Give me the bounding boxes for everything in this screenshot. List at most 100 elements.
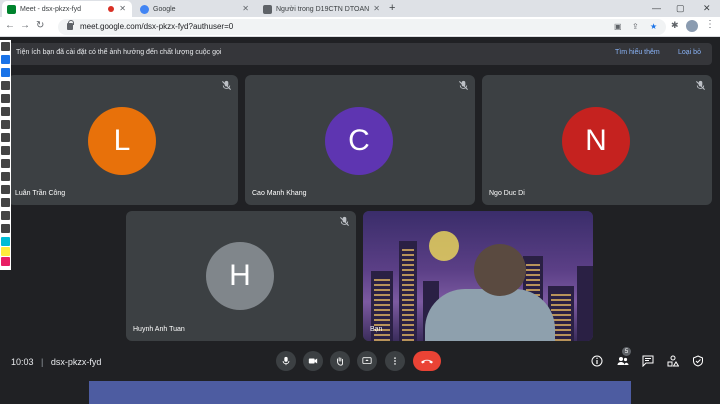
people-count-badge: 5 xyxy=(622,347,631,356)
undo-icon[interactable] xyxy=(1,146,10,155)
close-tab-icon[interactable]: ✕ xyxy=(119,4,126,13)
reload-icon[interactable]: ↻ xyxy=(36,20,44,31)
avatar: L xyxy=(88,107,156,175)
page-favicon-icon xyxy=(263,4,272,14)
tab-title: Meet - dsx-pkzx-fyd xyxy=(20,5,82,13)
profile-avatar[interactable] xyxy=(686,20,698,32)
close-window-icon[interactable]: ✕ xyxy=(703,3,711,14)
google-favicon-icon xyxy=(140,4,149,14)
tab-title: Google xyxy=(153,5,176,13)
banner-box: Tiện ích bạn đã cài đặt có thể ảnh hưởng… xyxy=(6,43,712,65)
participant-name: Bạn xyxy=(370,326,383,333)
back-icon[interactable]: ← xyxy=(5,20,15,31)
meet-window: Meet - dsx-pkzx-fyd ✕ Google ✕ Người tro… xyxy=(0,0,720,404)
delete-icon[interactable] xyxy=(1,185,10,194)
pointer-highlight xyxy=(429,231,459,261)
more-options-button[interactable] xyxy=(385,351,405,371)
participant-tile[interactable]: H Huynh Anh Tuan xyxy=(126,211,356,341)
meeting-code: dsx-pkzx-fyd xyxy=(50,357,102,367)
url-field[interactable]: meet.google.com/dsx-pkzx-fyd?authuser=0 … xyxy=(58,19,666,35)
participant-tile[interactable]: L Luân Trần Công xyxy=(8,75,238,205)
raise-hand-button[interactable] xyxy=(330,351,350,371)
new-tab-button[interactable]: + xyxy=(389,2,395,14)
more-vert-icon xyxy=(394,357,396,365)
settings-icon[interactable] xyxy=(1,224,10,233)
mic-button[interactable] xyxy=(276,351,296,371)
chat-icon[interactable] xyxy=(642,355,654,367)
tab-group[interactable]: Người trong D19CTN DTOAN ✕ xyxy=(258,1,386,17)
present-button[interactable] xyxy=(357,351,377,371)
tab-meet[interactable]: Meet - dsx-pkzx-fyd ✕ xyxy=(2,1,132,17)
present-screen-icon xyxy=(362,357,372,364)
people-icon[interactable] xyxy=(617,355,629,367)
forward-icon[interactable]: → xyxy=(20,20,30,31)
mic-off-icon xyxy=(221,80,232,91)
line-icon[interactable] xyxy=(1,94,10,103)
highlighter-icon[interactable] xyxy=(1,81,10,90)
activities-icon[interactable] xyxy=(667,355,679,367)
rectangle-icon[interactable] xyxy=(1,107,10,116)
avatar: H xyxy=(206,242,274,310)
redo-icon[interactable] xyxy=(1,159,10,168)
meet-favicon-icon xyxy=(7,4,16,14)
mic-off-icon xyxy=(695,80,706,91)
arrow-icon[interactable] xyxy=(1,133,10,142)
bookmark-star-icon[interactable]: ★ xyxy=(650,22,657,31)
cursor-icon[interactable] xyxy=(1,68,10,77)
camera-icon[interactable]: ▣ xyxy=(614,22,622,31)
self-video-tile[interactable]: Bạn xyxy=(363,211,593,341)
annotation-toolbar xyxy=(0,40,11,270)
taskbar-strip xyxy=(89,381,631,404)
mic-off-icon xyxy=(458,80,469,91)
learn-more-link[interactable]: Tìm hiểu thêm xyxy=(615,49,660,56)
separator: | xyxy=(41,357,44,367)
browser-tab-strip: Meet - dsx-pkzx-fyd ✕ Google ✕ Người tro… xyxy=(0,0,720,17)
share-icon[interactable]: ⇪ xyxy=(632,22,639,31)
end-call-button[interactable] xyxy=(413,351,441,371)
close-tab-icon[interactable]: ✕ xyxy=(373,4,380,13)
minimize-icon[interactable]: — xyxy=(652,3,661,13)
camera-button[interactable] xyxy=(303,351,323,371)
meeting-info: 10:03 | dsx-pkzx-fyd xyxy=(11,357,101,367)
tab-google[interactable]: Google ✕ xyxy=(135,1,255,17)
raise-hand-icon xyxy=(337,357,343,366)
save-icon[interactable] xyxy=(1,198,10,207)
person-head xyxy=(474,244,526,296)
close-tab-icon[interactable]: ✕ xyxy=(242,4,249,13)
board-icon[interactable] xyxy=(1,211,10,220)
participant-name: Huynh Anh Tuan xyxy=(133,326,185,333)
color-magenta-swatch[interactable] xyxy=(1,257,10,266)
recording-dot-icon xyxy=(108,6,114,12)
color-yellow-swatch[interactable] xyxy=(1,247,10,256)
mic-icon xyxy=(282,356,290,366)
eraser-icon[interactable] xyxy=(1,172,10,181)
video-camera-icon xyxy=(308,358,318,364)
maximize-icon[interactable]: ▢ xyxy=(676,3,685,14)
browser-menu-icon[interactable]: ⋮ xyxy=(705,19,715,30)
participant-name: Ngo Duc Di xyxy=(489,190,525,197)
host-controls-icon[interactable] xyxy=(692,355,704,367)
address-bar-row: ← → ↻ meet.google.com/dsx-pkzx-fyd?authu… xyxy=(0,17,720,37)
ellipse-icon[interactable] xyxy=(1,120,10,129)
tab-title: Người trong D19CTN DTOAN xyxy=(276,5,370,13)
person-figure xyxy=(425,289,555,341)
color-cyan-swatch[interactable] xyxy=(1,237,10,246)
participant-name: Cao Manh Khang xyxy=(252,190,307,197)
banner-message: Tiện ích bạn đã cài đặt có thể ảnh hưởng… xyxy=(16,49,222,56)
avatar: C xyxy=(325,107,393,175)
mic-off-icon xyxy=(339,216,350,227)
hang-up-icon xyxy=(421,359,433,364)
dismiss-button[interactable]: Loại bỏ xyxy=(678,49,701,56)
extensions-icon[interactable]: ✱ xyxy=(671,20,679,31)
url-text: meet.google.com/dsx-pkzx-fyd?authuser=0 xyxy=(80,22,234,31)
participant-tile[interactable]: N Ngo Duc Di xyxy=(482,75,712,205)
pen-icon[interactable] xyxy=(1,42,10,51)
participant-tile[interactable]: C Cao Manh Khang xyxy=(245,75,475,205)
avatar: N xyxy=(562,107,630,175)
eye-icon[interactable] xyxy=(1,55,10,64)
notification-banner: Tiện ích bạn đã cài đặt có thể ảnh hưởng… xyxy=(0,37,720,73)
lock-icon xyxy=(67,20,74,30)
participant-name: Luân Trần Công xyxy=(15,190,66,197)
video-feed xyxy=(363,211,593,341)
info-icon[interactable] xyxy=(591,355,603,367)
